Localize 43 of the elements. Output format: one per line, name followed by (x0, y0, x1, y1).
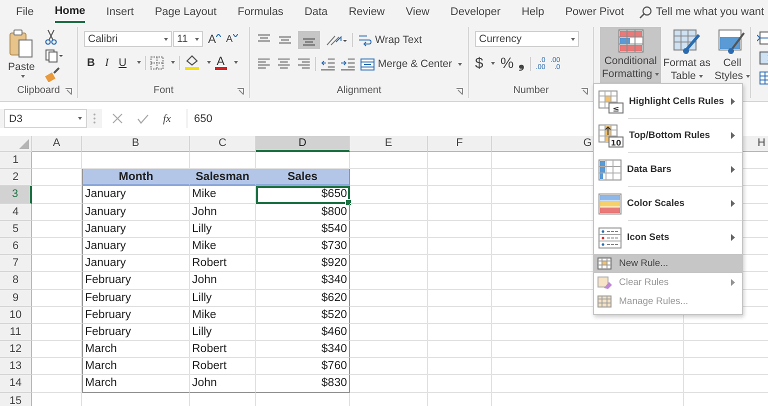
table-cell: $920 (256, 255, 350, 272)
table-cell: Mike (190, 306, 256, 324)
group-label: Number (513, 85, 549, 96)
table-cell: $340 (256, 272, 350, 290)
table-cell: February (82, 272, 190, 290)
group-label: Clipboard (17, 85, 60, 96)
table-cell: Lilly (190, 324, 256, 342)
table-cell: February (82, 324, 190, 342)
table-cell: March (82, 375, 190, 393)
table-cell: $760 (256, 358, 350, 376)
table-cell: January (82, 255, 190, 272)
table-header-cell: Sales (256, 169, 350, 186)
table-cell: Mike (190, 186, 256, 204)
table-cell: March (82, 341, 190, 358)
group-label: Font (153, 85, 174, 96)
table-header-cell: Month (82, 169, 190, 186)
group-label: Alignment (336, 85, 382, 96)
table-cell: March (82, 358, 190, 376)
table-cell: $620 (256, 290, 350, 307)
table-cell: January (82, 220, 190, 238)
table-cell: Mike (190, 238, 256, 256)
table-cell: $800 (256, 204, 350, 221)
table-cell: February (82, 306, 190, 324)
table-cell: February (82, 290, 190, 307)
table-cell: $540 (256, 220, 350, 238)
table-cell: $650 (256, 186, 350, 204)
table-cell: $340 (256, 341, 350, 358)
table-header-cell: Salesman (190, 169, 256, 186)
table-cell: John (190, 204, 256, 221)
table-cell: Lilly (190, 220, 256, 238)
table-cell: $520 (256, 306, 350, 324)
table-cell: Robert (190, 341, 256, 358)
table-cell: $830 (256, 375, 350, 393)
table-cell: John (190, 375, 256, 393)
table-cell: $730 (256, 238, 350, 256)
table-cell: Lilly (190, 290, 256, 307)
table-cell: January (82, 186, 190, 204)
table-cell: Robert (190, 358, 256, 376)
table-cell: January (82, 204, 190, 221)
table-cell: John (190, 272, 256, 290)
table-cell: $460 (256, 324, 350, 342)
table-cell: Robert (190, 255, 256, 272)
table-cell: January (82, 238, 190, 256)
